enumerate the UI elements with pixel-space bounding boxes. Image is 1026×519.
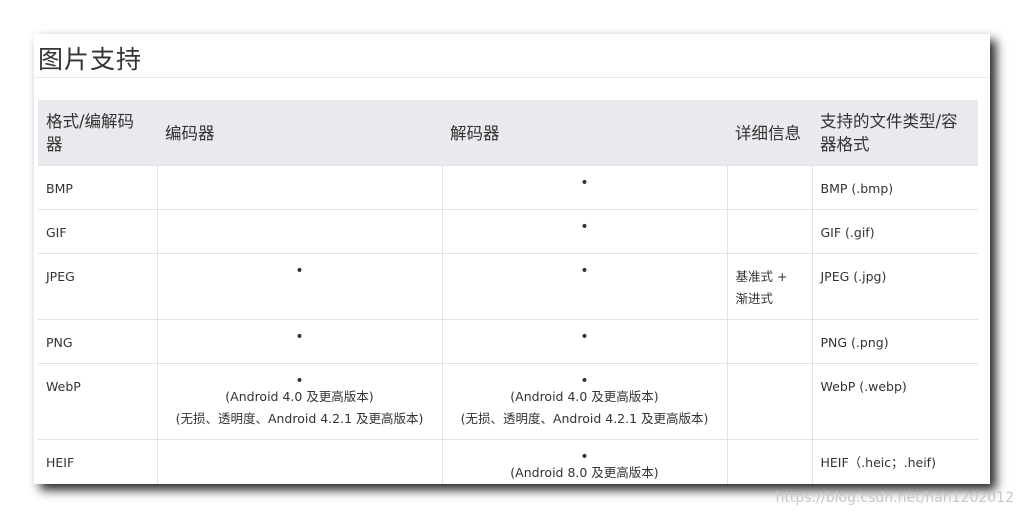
table-row: PNG • • PNG (.png) [38,319,978,364]
cell-file-types: BMP (.bmp) [811,165,978,210]
cell-format: WebP [38,363,157,440]
cell-format: GIF [38,209,157,254]
cell-encoder [156,209,442,254]
cell-details [726,439,812,484]
header-format: 格式/编解码器 [38,100,157,166]
table-header-row: 格式/编解码器 编码器 解码器 详细信息 支持的文件类型/容器格式 [38,100,978,166]
support-note: (Android 8.0 及更高版本) [510,465,659,480]
title-divider [34,77,990,78]
header-details: 详细信息 [727,100,812,166]
header-decoder: 解码器 [442,100,727,166]
cell-encoder: • (Android 4.0 及更高版本) (无损、透明度、Android 4.2.… [156,363,442,440]
cell-decoder: • [441,165,727,210]
support-note: (Android 4.0 及更高版本) [510,389,659,404]
support-dot: • [580,449,589,465]
table-row: GIF • GIF (.gif) [38,209,978,254]
support-note: (Android 4.0 及更高版本) [225,389,374,404]
cell-file-types: HEIF（.heic；.heif) [811,439,978,484]
support-note: (无损、透明度、Android 4.2.1 及更高版本) [175,411,424,426]
support-dot: • [580,329,589,345]
cell-details [726,209,812,254]
support-dot: • [295,373,304,389]
support-dot: • [580,373,589,389]
cell-encoder [156,439,442,484]
cell-decoder: • [441,209,727,254]
cell-details [726,165,812,210]
cell-file-types: GIF (.gif) [811,209,978,254]
support-dot: • [295,329,304,345]
cell-encoder [156,165,442,210]
header-encoder: 编码器 [157,100,442,166]
table-row: BMP • BMP (.bmp) [38,165,978,210]
cell-format: PNG [38,319,157,364]
support-dot: • [580,263,589,279]
support-dot: • [295,263,304,279]
support-dot: • [580,175,589,191]
watermark-url: https://blog.csdn.net/han1202012 [775,490,1014,506]
cell-encoder: • [156,319,442,364]
image-format-table: 格式/编解码器 编码器 解码器 详细信息 支持的文件类型/容器格式 BMP • BM… [38,100,978,484]
cell-file-types: WebP (.webp) [811,363,978,440]
table-row: HEIF • (Android 8.0 及更高版本) HEIF（.heic；.heif… [38,439,978,484]
cell-details [726,363,812,440]
cell-format: BMP [38,165,157,210]
cell-file-types: PNG (.png) [811,319,978,364]
header-file-types: 支持的文件类型/容器格式 [812,100,978,166]
content-card: 图片支持 格式/编解码器 编码器 解码器 详细信息 支持的文件类型/容器格式 B… [34,34,990,484]
cell-decoder: • [441,253,727,320]
cell-details [726,319,812,364]
cell-format: JPEG [38,253,157,320]
cell-decoder: • [441,319,727,364]
cell-format: HEIF [38,439,157,484]
cell-decoder: • (Android 8.0 及更高版本) [441,439,727,484]
cell-details: 基准式 + 渐进式 [726,253,812,320]
table-row: WebP • (Android 4.0 及更高版本) (无损、透明度、Android … [38,363,978,440]
cell-encoder: • [156,253,442,320]
table-row: JPEG • • 基准式 + 渐进式 JPEG (.jpg) [38,253,978,320]
support-note: (无损、透明度、Android 4.2.1 及更高版本) [460,411,709,426]
cell-file-types: JPEG (.jpg) [811,253,978,320]
page-title: 图片支持 [38,45,143,74]
cell-decoder: • (Android 4.0 及更高版本) (无损、透明度、Android 4.2.… [441,363,727,440]
support-dot: • [580,219,589,235]
